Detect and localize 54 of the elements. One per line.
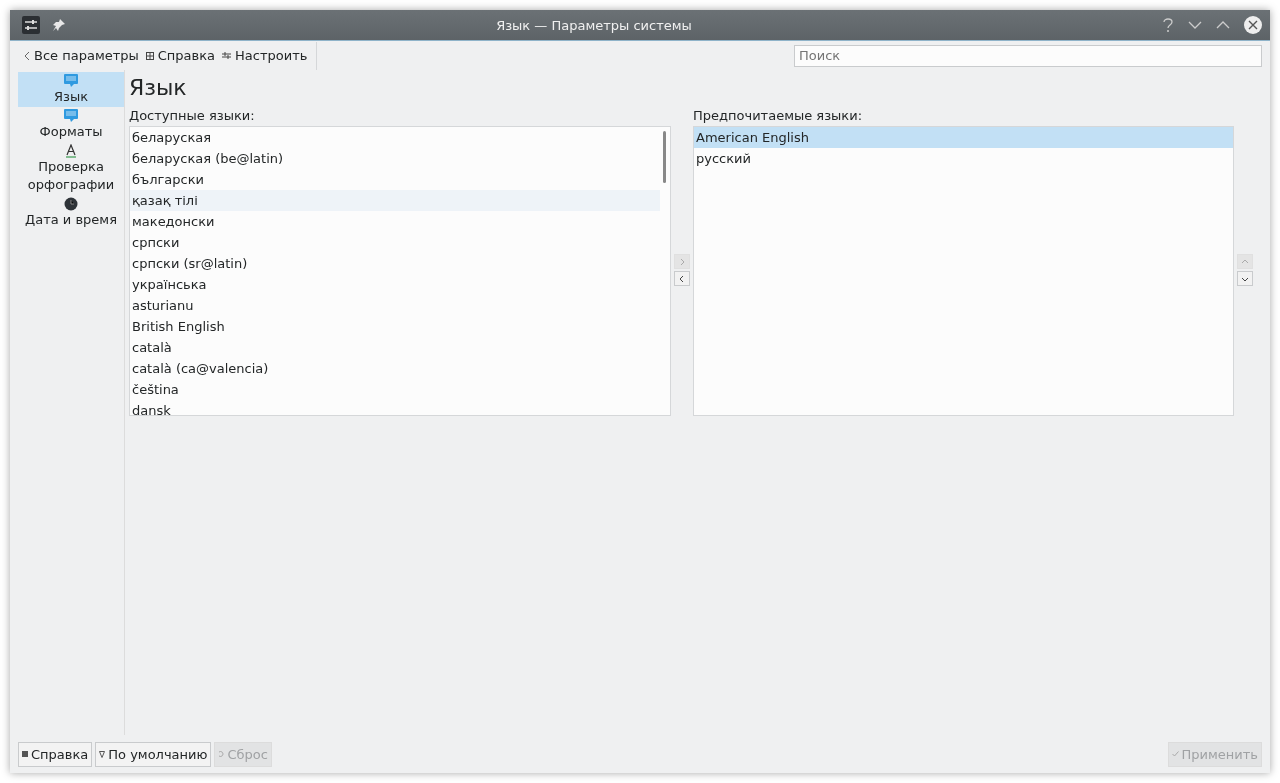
- list-item[interactable]: українська: [130, 274, 660, 295]
- sidebar-item[interactable]: Проверка орфографии: [18, 142, 124, 195]
- speech-bubble-icon: [64, 109, 78, 123]
- list-label: Доступные языки:: [129, 107, 256, 125]
- list-item[interactable]: беларуская (be@latin): [130, 148, 660, 169]
- list-item[interactable]: čeština: [130, 379, 660, 400]
- triangle-icon: [99, 750, 106, 758]
- list-item[interactable]: српски: [130, 232, 660, 253]
- speech-bubble-icon: [64, 74, 78, 88]
- list-item[interactable]: dansk: [130, 400, 660, 415]
- back-button[interactable]: Все параметры: [22, 46, 144, 65]
- search-field[interactable]: Поиск: [794, 44, 1262, 67]
- square-icon: [22, 751, 28, 757]
- list-item[interactable]: македонски: [130, 211, 660, 232]
- page-title: Язык: [129, 74, 188, 102]
- list-item[interactable]: català: [130, 337, 660, 358]
- sliders-icon: [22, 16, 40, 34]
- reorder-button[interactable]: [1237, 271, 1253, 286]
- help-button[interactable]: Справка: [143, 46, 221, 65]
- sidebar-item-label: Дата и время: [24, 211, 118, 229]
- sidebar-item[interactable]: Язык: [18, 72, 124, 107]
- list-item[interactable]: српски (sr@latin): [130, 253, 660, 274]
- sidebar-item-label: Проверка орфографии: [26, 158, 116, 194]
- window-title: Язык — Параметры системы: [495, 17, 693, 33]
- sidebar-item[interactable]: Форматы: [18, 107, 124, 142]
- list-item[interactable]: català (ca@valencia): [130, 358, 660, 379]
- sidebar-item-label: Форматы: [38, 123, 104, 141]
- pin-icon[interactable]: [52, 18, 66, 32]
- sidebar-item[interactable]: Дата и время: [18, 195, 124, 230]
- minimize-icon[interactable]: [1188, 21, 1202, 29]
- grid-icon: [145, 51, 154, 60]
- list-item[interactable]: British English: [130, 316, 660, 337]
- list-label: Предпочитаемые языки:: [693, 107, 863, 125]
- list-item[interactable]: беларуская: [130, 127, 660, 148]
- help-button[interactable]: Справка: [18, 741, 93, 767]
- defaults-button[interactable]: По умолчанию: [95, 741, 212, 767]
- scrollbar[interactable]: [663, 131, 666, 183]
- close-icon[interactable]: [1244, 16, 1262, 34]
- list-item[interactable]: қазақ тілі: [130, 190, 660, 211]
- configure-button[interactable]: Настроить: [220, 46, 313, 65]
- move-button[interactable]: [674, 271, 690, 286]
- list-item[interactable]: български: [130, 169, 660, 190]
- clock-icon: [64, 197, 78, 211]
- maximize-icon[interactable]: [1216, 21, 1230, 29]
- list-item[interactable]: asturianu: [130, 295, 660, 316]
- letter-a-icon: [65, 144, 77, 158]
- list-item[interactable]: русский: [694, 148, 1233, 169]
- sidebar-item-label: Язык: [52, 88, 90, 106]
- undo-icon: [218, 751, 225, 757]
- chevron-left-icon: [24, 50, 30, 61]
- list-item[interactable]: American English: [694, 127, 1233, 148]
- sliders-icon: [222, 51, 232, 60]
- help-icon[interactable]: [1162, 17, 1174, 33]
- checkmark-icon: [1171, 751, 1179, 757]
